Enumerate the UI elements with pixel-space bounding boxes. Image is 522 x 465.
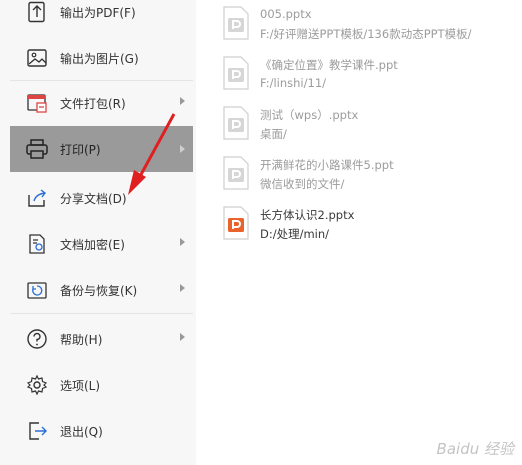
- ppt-file-icon: [223, 6, 249, 40]
- file-path: 桌面/: [260, 127, 287, 141]
- recent-file-item[interactable]: 005.pptx F:/好评赠送PPT模板/136款动态PPT模板/: [222, 2, 512, 48]
- printer-icon: [24, 136, 50, 162]
- menu-item-export-pdf[interactable]: 输出为PDF(F): [10, 0, 193, 33]
- menu-item-exit[interactable]: 退出(Q): [10, 410, 193, 452]
- menu-item-label: 文件打包(R): [60, 96, 126, 111]
- menu-item-label: 打印(P): [60, 142, 101, 157]
- package-icon: [24, 90, 50, 116]
- menu-item-label: 选项(L): [60, 378, 101, 393]
- ppt-file-icon: [223, 156, 249, 190]
- backup-icon: [24, 277, 50, 303]
- image-export-icon: [24, 45, 50, 71]
- ppt-file-icon: [223, 56, 249, 90]
- ppt-file-icon: [223, 206, 249, 240]
- chevron-right-icon: [180, 97, 185, 105]
- exit-icon: [24, 418, 50, 444]
- file-name: 开满鲜花的小路课件5.ppt: [260, 158, 394, 172]
- chevron-right-icon: [180, 333, 185, 341]
- file-name: 《确定位置》教学课件.ppt: [260, 58, 398, 72]
- file-name: 长方体认识2.pptx: [260, 208, 355, 222]
- menu-item-share[interactable]: 分享文档(D): [10, 177, 193, 219]
- help-icon: [24, 326, 50, 352]
- menu-item-label: 备份与恢复(K): [60, 283, 138, 298]
- menu-item-label: 分享文档(D): [60, 191, 127, 206]
- chevron-right-icon: [180, 284, 185, 292]
- menu-item-options[interactable]: 选项(L): [10, 364, 193, 406]
- ppt-file-icon: [223, 106, 249, 140]
- gear-icon: [24, 372, 50, 398]
- menu-item-backup[interactable]: 备份与恢复(K): [10, 269, 193, 311]
- share-icon: [24, 185, 50, 211]
- file-name: 测试（wps）.pptx: [260, 108, 359, 122]
- menu-item-label: 输出为PDF(F): [60, 5, 136, 20]
- file-name: 005.pptx: [260, 7, 312, 21]
- file-menu-panel: 输出为PDF(F) 输出为图片(G) 文件打包(R) 打印(P) 分享文档(D): [0, 0, 197, 465]
- chevron-right-icon: [180, 238, 185, 246]
- recent-files-panel: 005.pptx F:/好评赠送PPT模板/136款动态PPT模板/ 《确定位置…: [196, 0, 522, 465]
- recent-file-item[interactable]: 测试（wps）.pptx 桌面/: [222, 102, 512, 148]
- encrypt-icon: [24, 231, 50, 257]
- recent-file-item[interactable]: 《确定位置》教学课件.ppt F:/linshi/11/: [222, 52, 512, 98]
- pdf-export-icon: [24, 0, 50, 25]
- menu-item-encrypt[interactable]: 文档加密(E): [10, 223, 193, 265]
- divider: [10, 313, 193, 314]
- divider: [10, 80, 193, 81]
- menu-item-package[interactable]: 文件打包(R): [10, 82, 193, 124]
- menu-item-export-image[interactable]: 输出为图片(G): [10, 37, 193, 79]
- menu-item-label: 输出为图片(G): [60, 51, 139, 66]
- menu-item-help[interactable]: 帮助(H): [10, 318, 193, 360]
- file-path: 微信收到的文件/: [260, 177, 345, 191]
- menu-item-label: 文档加密(E): [60, 237, 125, 252]
- chevron-right-icon: [180, 145, 185, 153]
- file-path: F:/linshi/11/: [260, 76, 327, 90]
- baidu-watermark: Baidu 经验: [436, 440, 514, 458]
- file-path: F:/好评赠送PPT模板/136款动态PPT模板/: [260, 27, 472, 41]
- menu-item-label: 退出(Q): [60, 424, 103, 439]
- file-path: D:/处理/min/: [260, 227, 330, 241]
- menu-item-label: 帮助(H): [60, 332, 103, 347]
- menu-item-print[interactable]: 打印(P): [10, 126, 193, 172]
- recent-file-item[interactable]: 开满鲜花的小路课件5.ppt 微信收到的文件/: [222, 152, 512, 198]
- recent-file-item[interactable]: 长方体认识2.pptx D:/处理/min/: [222, 202, 512, 248]
